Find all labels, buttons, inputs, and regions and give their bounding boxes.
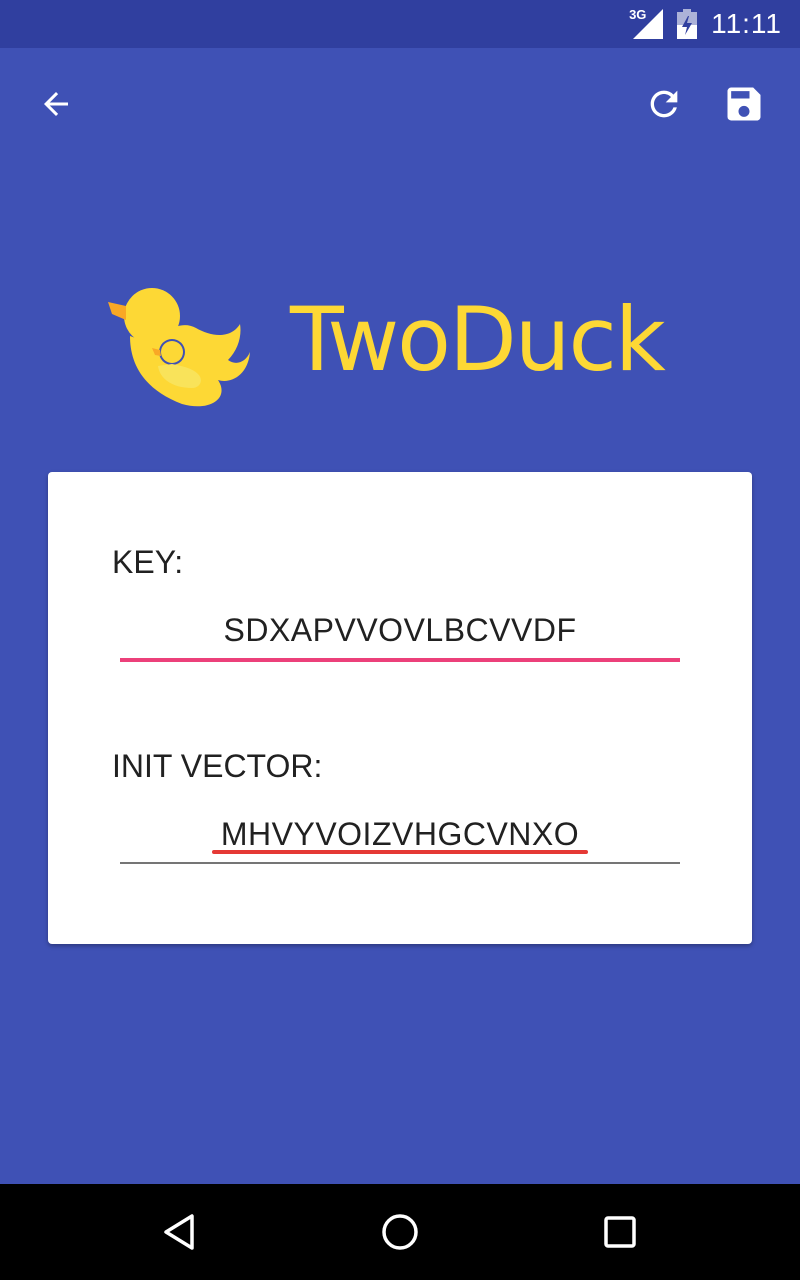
save-button[interactable]: [720, 80, 768, 128]
back-button[interactable]: [32, 80, 80, 128]
refresh-button[interactable]: [640, 80, 688, 128]
key-field: [120, 600, 680, 660]
navigation-bar: [0, 1184, 800, 1280]
network-indicator: 3G: [629, 7, 664, 39]
nav-home-icon: [382, 1214, 418, 1250]
refresh-icon: [650, 90, 678, 118]
key-label: KEY:: [112, 544, 184, 580]
nav-home-button[interactable]: [368, 1200, 432, 1264]
init-vector-field: [120, 804, 680, 864]
arrow-back-icon: [44, 92, 68, 116]
key-field-underline: [120, 658, 680, 662]
network-type: 3G: [629, 7, 647, 22]
init-vector-label: INIT VECTOR:: [112, 748, 323, 784]
save-icon: [727, 87, 761, 121]
nav-recents-icon: [604, 1216, 636, 1248]
brand-name: TwoDuck: [290, 288, 666, 391]
key-input[interactable]: [120, 600, 680, 660]
duck-logo-icon: [108, 288, 250, 407]
nav-back-icon: [164, 1214, 194, 1250]
init-vector-field-underline: [120, 862, 680, 864]
app-logo: TwoDuck: [100, 280, 700, 420]
nav-recents-button[interactable]: [588, 1200, 652, 1264]
spellcheck-underline: [212, 850, 588, 854]
nav-back-button[interactable]: [148, 1200, 212, 1264]
clock: 11:11: [711, 8, 782, 39]
status-bar: 3G 11:11: [0, 0, 800, 48]
battery-icon: [677, 9, 698, 39]
init-vector-input[interactable]: [120, 804, 680, 864]
key-form-card: KEY: INIT VECTOR:: [48, 472, 752, 944]
